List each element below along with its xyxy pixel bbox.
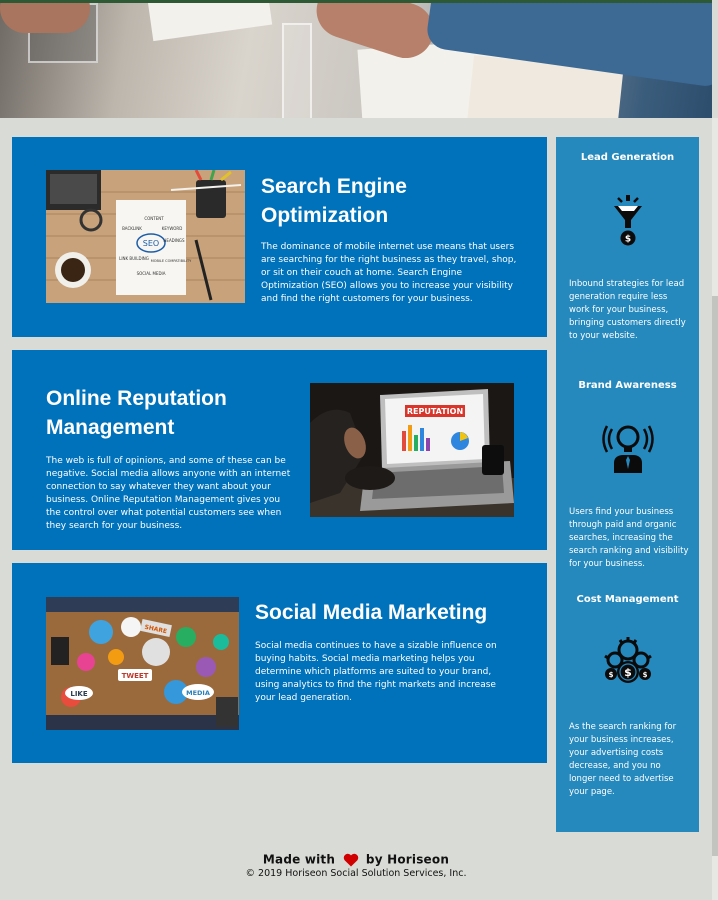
- svg-text:$: $: [624, 666, 632, 679]
- lightbulb-person-icon: [602, 425, 654, 473]
- seo-image-word: BACKLINK: [122, 226, 142, 231]
- social-image-word: TWEET: [122, 672, 149, 680]
- reputation-card: Online Reputation Management The web is …: [12, 350, 547, 550]
- social-image-word: MEDIA: [186, 689, 210, 697]
- scrollbar-thumb[interactable]: [712, 296, 718, 856]
- reputation-text: The web is full of opinions, and some of…: [46, 456, 291, 531]
- seo-image-word: HEADINGS: [163, 238, 185, 243]
- made-with-suffix: by Horiseon: [365, 852, 450, 867]
- copyright: © 2019 Horiseon Social Solution Services…: [245, 867, 467, 879]
- reputation-title: Online Reputation Management: [46, 387, 227, 439]
- cost-management-text: As the search ranking for your business …: [569, 722, 677, 797]
- brand-awareness-text: Users find your business through paid an…: [569, 507, 689, 569]
- svg-text:$: $: [609, 671, 614, 679]
- seo-image-word: SEO: [143, 239, 159, 248]
- seo-card: SEO CONTENT BACKLINK KEYWORD HEADINGS LI…: [12, 137, 547, 337]
- lead-generation-text: Inbound strategies for lead generation r…: [569, 279, 686, 341]
- seo-title: Search Engine Optimization: [261, 175, 407, 227]
- heart-icon: [343, 853, 358, 866]
- seo-text: The dominance of mobile internet use mea…: [261, 242, 517, 304]
- seo-image-word: CONTENT: [144, 216, 164, 221]
- seo-image-word: KEYWORD: [162, 226, 183, 231]
- reputation-image-word: REPUTATION: [407, 407, 463, 416]
- svg-text:$: $: [625, 235, 631, 245]
- reputation-image: REPUTATION: [310, 383, 514, 517]
- seo-image-word: SOCIAL MEDIA: [137, 271, 166, 276]
- social-image-word: LIKE: [70, 690, 87, 698]
- seo-image-word: LINK BUILDING: [119, 256, 149, 261]
- made-with-prefix: Made with: [262, 852, 336, 867]
- lead-generation-title: Lead Generation: [580, 152, 675, 163]
- seo-image-word: MOBILE COMPATIBILITY: [151, 259, 192, 263]
- social-title: Social Media Marketing: [255, 601, 488, 624]
- gears-dollar-icon: $ $ $: [604, 637, 652, 683]
- brand-awareness-title: Brand Awareness: [578, 380, 677, 391]
- made-with-line: Made with by Horiseon: [0, 852, 712, 867]
- social-card: SHARE TWEET LIKE MEDIA Social Media Mark…: [12, 563, 547, 763]
- cost-management-title: Cost Management: [576, 594, 679, 605]
- hero-image: [0, 0, 712, 118]
- svg-text:$: $: [643, 671, 648, 679]
- social-image: SHARE TWEET LIKE MEDIA: [46, 597, 239, 730]
- seo-image: SEO CONTENT BACKLINK KEYWORD HEADINGS LI…: [46, 170, 245, 303]
- footer: Made with by Horiseon © 2019 Horiseon So…: [0, 852, 712, 879]
- social-text: Social media continues to have a sizable…: [255, 641, 497, 703]
- scrollbar[interactable]: [712, 118, 718, 900]
- funnel-dollar-icon: $: [614, 195, 642, 246]
- benefits-sidebar: Lead Generation $ Inbound strategies for…: [556, 137, 699, 832]
